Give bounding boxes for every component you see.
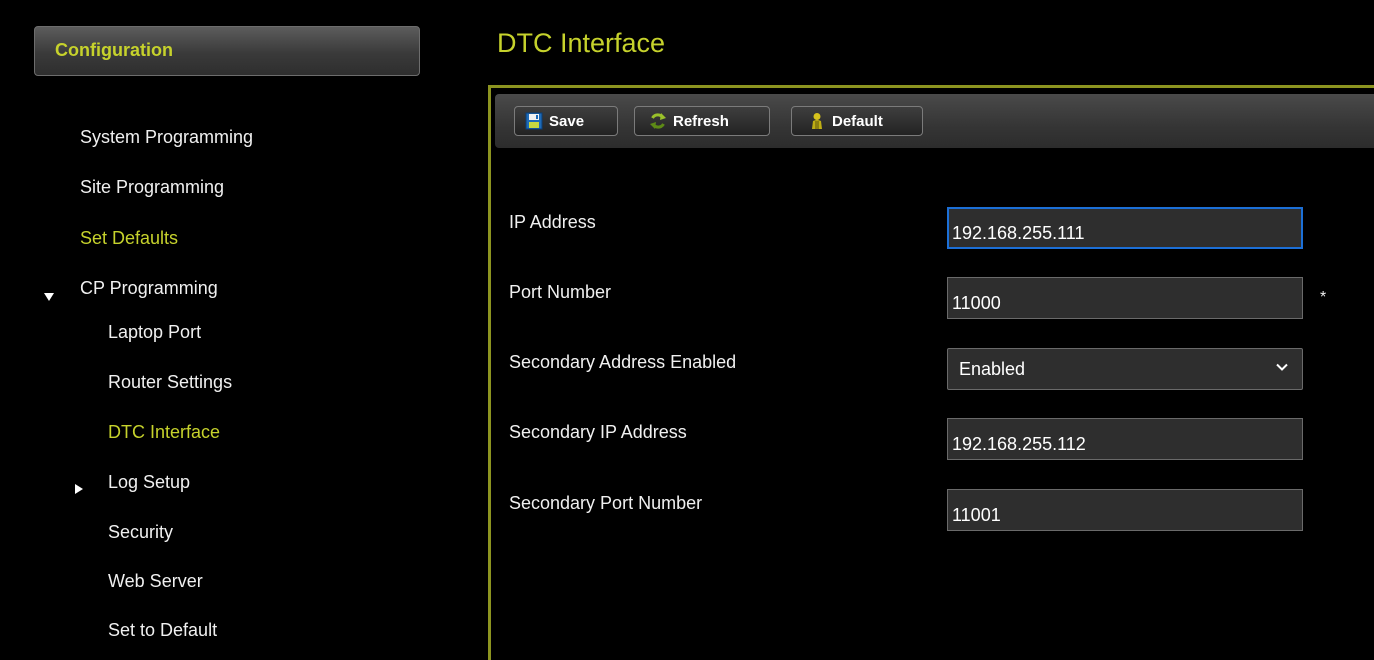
secondary-ip-address-input[interactable] xyxy=(947,418,1303,460)
port-number-input[interactable] xyxy=(947,277,1303,319)
toolbar: Save Refresh Default xyxy=(495,94,1374,148)
sidebar-header[interactable]: Configuration xyxy=(34,26,420,76)
sidebar-item-security[interactable]: Security xyxy=(108,522,173,543)
ip-address-input[interactable] xyxy=(947,207,1303,249)
sidebar-item-router-settings[interactable]: Router Settings xyxy=(108,372,232,393)
chevron-down-icon xyxy=(1276,363,1288,371)
sidebar-item-set-to-default[interactable]: Set to Default xyxy=(108,620,217,641)
sidebar-item-set-defaults[interactable]: Set Defaults xyxy=(80,228,178,249)
sidebar-item-laptop-port[interactable]: Laptop Port xyxy=(108,322,201,343)
sidebar-header-label: Configuration xyxy=(55,40,173,60)
refresh-button-label: Refresh xyxy=(673,112,729,130)
sidebar-item-log-setup[interactable]: Log Setup xyxy=(108,472,190,493)
page-title: DTC Interface xyxy=(497,28,666,58)
default-button-label: Default xyxy=(832,112,883,130)
refresh-arrows-icon xyxy=(650,113,666,129)
save-button[interactable]: Save xyxy=(514,106,618,136)
save-button-label: Save xyxy=(549,112,585,130)
sidebar-item-system-programming[interactable]: System Programming xyxy=(80,127,253,148)
app-window: Configuration System Programming Site Pr… xyxy=(0,0,1374,660)
secondary-address-enabled-value: Enabled xyxy=(959,359,1026,379)
secondary-address-enabled-select[interactable]: Enabled xyxy=(947,348,1303,390)
secondary-ip-address-label: Secondary IP Address xyxy=(509,422,687,442)
refresh-button[interactable]: Refresh xyxy=(634,106,770,136)
default-button[interactable]: Default xyxy=(791,106,923,136)
triangle-right-icon[interactable] xyxy=(75,484,83,494)
person-icon xyxy=(812,113,822,129)
sidebar-item-web-server[interactable]: Web Server xyxy=(108,571,203,592)
sidebar-item-cp-programming[interactable]: CP Programming xyxy=(80,278,218,299)
secondary-port-number-label: Secondary Port Number xyxy=(509,493,703,513)
secondary-port-number-input[interactable] xyxy=(947,489,1303,531)
sidebar: Configuration xyxy=(12,0,427,660)
secondary-address-enabled-label: Secondary Address Enabled xyxy=(509,352,737,372)
floppy-disk-icon xyxy=(525,112,543,130)
port-number-label: Port Number xyxy=(509,282,612,302)
triangle-down-icon[interactable] xyxy=(44,293,54,301)
sidebar-item-site-programming[interactable]: Site Programming xyxy=(80,177,224,198)
sidebar-item-dtc-interface[interactable]: DTC Interface xyxy=(108,422,220,443)
required-marker: * xyxy=(1320,289,1327,306)
ip-address-label: IP Address xyxy=(509,212,596,232)
